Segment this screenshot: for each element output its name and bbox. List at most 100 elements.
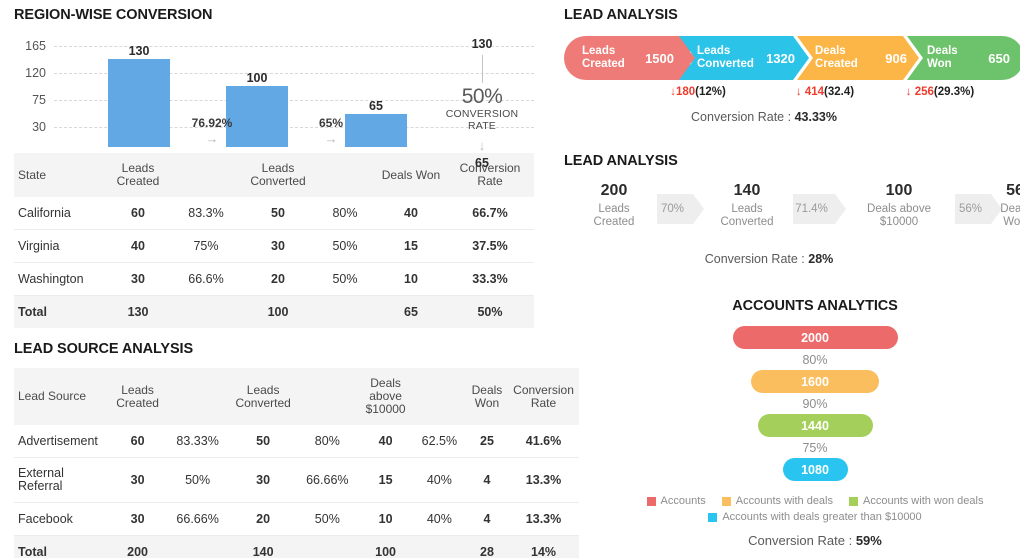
legend-item-accounts-with-deals[interactable]: Accounts with deals (721, 495, 833, 507)
bar-leads-created[interactable] (108, 59, 170, 147)
cell-pct-2: 66.66% (296, 457, 359, 503)
cell-deals: 15 (358, 457, 413, 503)
cell-pct-2: 50% (314, 229, 376, 263)
funnel-conversion-value: 43.33% (794, 110, 837, 124)
lead-source-table: Lead Source Leads Created Leads Converte… (14, 368, 579, 558)
table-row[interactable]: Washington 30 66.6% 20 50% 10 33.3% (14, 262, 534, 296)
drop-value: 414 (804, 86, 825, 98)
drop-value: 256 (914, 86, 934, 98)
funnel-conversion-label: Conversion Rate : (691, 110, 795, 124)
funnel-conversion-footer: Conversion Rate : 43.33% (564, 110, 964, 124)
lead-analysis-steps-panel: LEAD ANALYSIS 200 Leads Created 70% 140 … (564, 153, 1020, 266)
table-row[interactable]: Virginia 40 75% 30 50% 15 37.5% (14, 229, 534, 263)
legend-item-accounts-with-won-deals[interactable]: Accounts with won deals (849, 495, 983, 507)
cell-pct-1: 83.33% (165, 425, 230, 458)
step-leads-converted[interactable]: 140 Leads Converted (704, 182, 790, 229)
funnel-pct-0: 80% (802, 353, 828, 367)
cell-total-created: 200 (109, 535, 166, 558)
legend-label: Accounts with won deals (863, 495, 984, 507)
step-arrow-right-icon-1: → (324, 131, 338, 146)
cell-converted: 50 (229, 425, 297, 458)
table-row[interactable]: Facebook 30 66.66% 20 50% 10 40% 4 13.3% (14, 502, 579, 536)
cell-pct-1: 50% (165, 457, 230, 503)
funnel-stage-leads-converted[interactable]: Leads Converted 1320 (679, 36, 809, 80)
cell-created: 40 (106, 229, 170, 263)
legend-label: Accounts with deals greater than $10000 (722, 511, 922, 523)
legend-item-accounts-deals-over-10000[interactable]: Accounts with deals greater than $10000 (708, 511, 922, 523)
cell-total-pct-3 (412, 535, 466, 558)
step-value: 100 (885, 182, 913, 199)
funnel-bar-value: 2000 (801, 330, 829, 345)
cell-total-rate: 14% (508, 535, 579, 558)
cell-pct-1: 83.3% (170, 197, 242, 230)
funnel-bar-value: 1600 (801, 374, 829, 389)
funnel-bar-accounts-deals-over-10000[interactable]: 1080 (782, 458, 848, 481)
cell-total-won: 65 (376, 295, 446, 328)
step-label-1: 65% (318, 116, 344, 130)
funnel-stage-leads-created[interactable]: Leads Created 1500 (564, 36, 690, 80)
table-row[interactable]: External Referral 30 50% 30 66.66% 15 40… (14, 457, 579, 503)
col-spacer-3 (412, 368, 466, 425)
y-tick-0: 165 (25, 39, 46, 53)
step-deals-won[interactable]: 56 Deals Won (960, 182, 1020, 229)
cell-total-converted: 140 (229, 535, 297, 558)
funnel-bar-value: 1080 (801, 462, 829, 477)
funnel-stage-deals-created[interactable]: Deals Created 906 (797, 36, 919, 80)
table-row[interactable]: Advertisement 60 83.33% 50 80% 40 62.5% … (14, 425, 579, 458)
table-row[interactable]: California 60 83.3% 50 80% 40 66.7% (14, 197, 534, 230)
step-label: Deals Won (1000, 203, 1020, 228)
drop-pct: (29.3%) (933, 86, 975, 98)
cell-total-converted: 100 (242, 295, 314, 328)
legend-item-accounts[interactable]: Accounts (646, 495, 706, 507)
cell-total-rate: 50% (446, 295, 534, 328)
legend-row-1: Accounts Accounts with deals Accounts wi… (620, 495, 1010, 507)
legend-swatch-icon (721, 496, 731, 506)
drop-arrow-down-icon: ↓ (795, 86, 802, 98)
funnel-bar-accounts[interactable]: 2000 (732, 326, 898, 349)
arrow-down-icon: ↓ (478, 138, 486, 153)
cell-pct-3: 62.5% (412, 425, 466, 458)
col-leads-created: Leads Created (106, 153, 170, 197)
funnel-bar-accounts-with-won-deals[interactable]: 1440 (757, 414, 873, 437)
steps-conversion-value: 28% (808, 252, 834, 266)
table-total-row: Total 130 100 65 50% (14, 295, 534, 328)
region-wise-conversion-panel: REGION-WISE CONVERSION 165 120 75 30 130… (14, 7, 534, 328)
legend-row-2: Accounts with deals greater than $10000 (620, 511, 1010, 523)
lead-analysis-funnel-title: LEAD ANALYSIS (564, 7, 678, 23)
step-percent-badge-1: 71.4% (793, 194, 846, 224)
region-table: State Leads Created Leads Converted Deal… (14, 153, 534, 328)
legend-label: Accounts with deals (735, 495, 833, 507)
cell-created: 30 (109, 457, 166, 503)
cell-converted: 30 (229, 457, 297, 503)
accounts-analytics-title: ACCOUNTS ANALYTICS (732, 298, 898, 314)
step-label: Leads Created (593, 203, 635, 228)
cell-won: 4 (465, 457, 509, 503)
bar-value-leads-created: 130 (128, 44, 150, 58)
region-wise-conversion-title: REGION-WISE CONVERSION (14, 7, 213, 23)
step-label: Leads Converted (720, 203, 774, 228)
cell-pct-2: 50% (314, 262, 376, 296)
funnel-stage-value: 906 (885, 50, 907, 66)
step-label-0: 76.92% (191, 116, 233, 130)
funnel-bar-accounts-with-deals[interactable]: 1600 (751, 370, 879, 393)
cell-pct-1: 75% (170, 229, 242, 263)
funnel-drop-1: ↓ 414(32.4) (796, 86, 854, 98)
cell-total-created: 130 (106, 295, 170, 328)
cell-pct-2: 80% (296, 425, 359, 458)
col-leads-converted-label: Leads Converted (250, 161, 306, 188)
drop-pct: (12%) (695, 86, 726, 98)
funnel-bar-row-2: 1440 (620, 414, 1010, 437)
drop-arrow-down-icon: ↓ (905, 86, 912, 98)
lead-analysis-steps-title: LEAD ANALYSIS (564, 153, 678, 169)
col-spacer-2 (296, 368, 359, 425)
step-label: Deals above $10000 (867, 203, 931, 228)
step-deals-above-10000[interactable]: 100 Deals above $10000 (844, 182, 954, 229)
cell-lead-source: Facebook (14, 502, 110, 536)
funnel-stage-deals-won[interactable]: Deals Won 650 (907, 36, 1020, 80)
funnel-bar-row-0: 2000 (620, 326, 1010, 349)
lead-analysis-steps-chart: 200 Leads Created 70% 140 Leads Converte… (564, 182, 1020, 244)
step-leads-created[interactable]: 200 Leads Created (574, 182, 654, 229)
step-arrow-right-icon-0: → (205, 131, 219, 146)
funnel-stage-value: 1500 (645, 50, 674, 66)
cell-total-pct-2 (314, 295, 376, 328)
